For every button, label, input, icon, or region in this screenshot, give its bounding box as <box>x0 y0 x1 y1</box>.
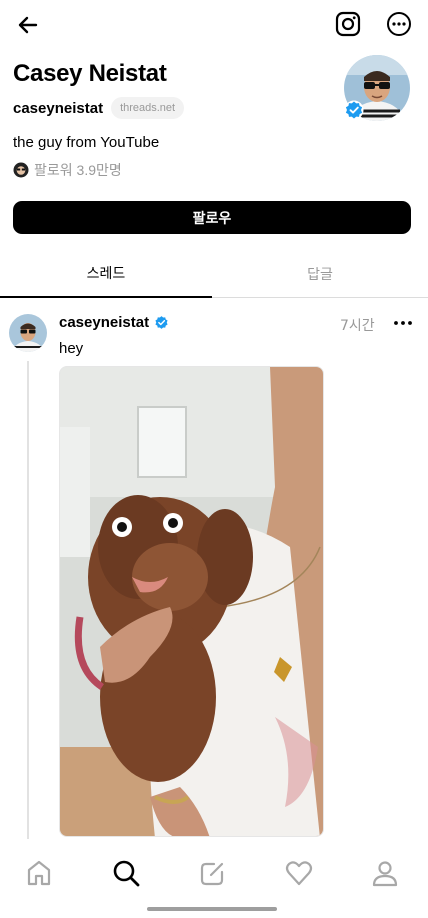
home-indicator[interactable] <box>147 907 277 911</box>
post-author-name: caseyneistat <box>59 314 150 331</box>
followers-count: 팔로워 3.9만명 <box>34 162 122 178</box>
profile-icon[interactable] <box>370 858 400 888</box>
profile-handle: caseyneistat <box>13 99 104 117</box>
post-author[interactable]: caseyneistat <box>59 314 169 331</box>
thread-line <box>27 361 29 839</box>
profile-bio: the guy from YouTube <box>13 134 160 151</box>
photo-dog-icon <box>60 367 323 836</box>
post-image[interactable] <box>59 366 324 837</box>
tab-threads[interactable]: 스레드 <box>0 250 212 298</box>
post-more-icon[interactable] <box>391 313 415 333</box>
tab-replies[interactable]: 답글 <box>212 250 428 298</box>
top-bar <box>0 0 428 50</box>
follow-button[interactable]: 팔로우 <box>13 201 411 234</box>
verified-badge-icon <box>155 316 168 329</box>
handle-row: caseyneistat threads.net <box>13 95 185 121</box>
compose-icon[interactable] <box>198 858 228 888</box>
thread-post[interactable]: caseyneistat 7시간 hey <box>0 299 428 844</box>
instagram-icon[interactable] <box>334 10 362 38</box>
domain-badge[interactable]: threads.net <box>111 97 185 119</box>
followers-row[interactable]: 팔로워 3.9만명 <box>13 160 122 180</box>
post-author-avatar[interactable] <box>9 314 47 352</box>
verified-badge-icon <box>344 100 364 120</box>
profile-name: Casey Neistat <box>13 60 167 87</box>
more-horizontal-icon[interactable] <box>385 10 413 38</box>
post-text: hey <box>59 340 84 357</box>
arrow-left-icon[interactable] <box>14 11 42 39</box>
avatar-photo-icon <box>9 314 47 352</box>
post-timestamp: 7시간 <box>340 318 375 334</box>
heart-icon[interactable] <box>284 858 314 888</box>
home-icon[interactable] <box>24 858 54 888</box>
followers-avatar-icon <box>13 162 29 178</box>
profile-tabs: 스레드 답글 <box>0 250 428 298</box>
search-icon[interactable] <box>111 858 141 888</box>
